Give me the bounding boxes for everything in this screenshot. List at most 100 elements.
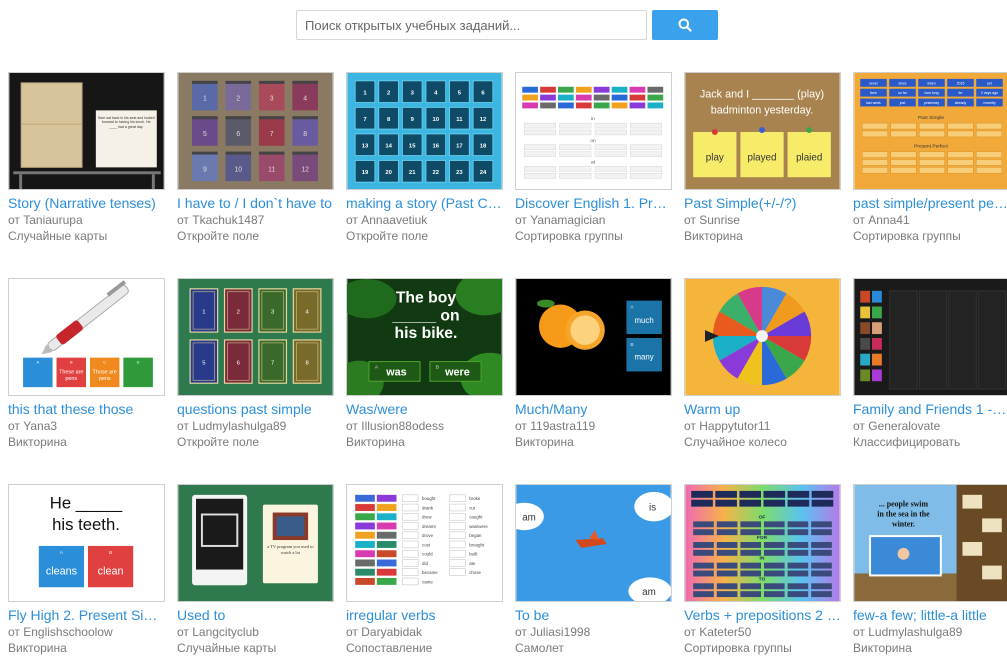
ps-word: never — [869, 81, 879, 85]
card-title[interactable]: Discover English 1. Prepositions — [515, 195, 672, 212]
was-title-line1: The boy — [396, 290, 457, 307]
activity-card[interactable]: Sam sat back in his seat and looked forw… — [8, 72, 165, 244]
card-title[interactable]: Verbs + prepositions 2 (Advanced) — [684, 607, 841, 624]
search-input[interactable] — [296, 10, 647, 40]
card-title[interactable]: Fly High 2. Present Simple — [8, 607, 165, 624]
verb-slot — [693, 521, 714, 528]
card-title[interactable]: Family and Friends 1 - Unit 5 — [853, 401, 1007, 418]
verb-chip — [763, 490, 786, 498]
card-title[interactable]: this that these those — [8, 401, 165, 418]
activity-card[interactable]: inonat Discover English 1. Prepositions … — [515, 72, 672, 244]
activity-card[interactable]: bought drank drew dreamt drove cost could did be… — [346, 484, 503, 656]
card-title[interactable]: irregular verbs — [346, 607, 503, 624]
card-thumbnail[interactable] — [684, 278, 841, 396]
card-thumbnail[interactable]: Sam sat back in his seat and looked forw… — [8, 72, 165, 190]
prep-word-chip — [522, 94, 538, 101]
notepad-spiral — [292, 116, 318, 120]
prep-word-chip — [647, 86, 664, 93]
card-thumbnail[interactable]: am is am — [515, 484, 672, 602]
card-thumbnail[interactable]: He _____ his teeth. A cleans B clean — [8, 484, 165, 602]
ps-group-label: Past Simple — [918, 115, 944, 121]
verb-slot — [763, 583, 785, 590]
irregular-slot — [449, 531, 466, 539]
card-title[interactable]: To be — [515, 607, 672, 624]
notepad-spiral — [258, 116, 285, 120]
ps-word: 2015 — [957, 81, 965, 85]
card-title[interactable]: Story (Narrative tenses) — [8, 195, 165, 212]
irregular-chip — [376, 494, 397, 502]
irregular-slot — [402, 522, 419, 530]
card-title[interactable]: Past Simple(+/-/?) — [684, 195, 841, 212]
card-author: от 119astra119 — [515, 419, 596, 433]
activity-card[interactable]: A much B many Much/Many от 119astra119 В… — [515, 278, 672, 450]
activity-card[interactable]: A B These are pens C Those are pens D this that… — [8, 278, 165, 450]
tobe-cloud: am — [522, 512, 536, 523]
card-thumbnail[interactable]: 1 2 3 4 5 6 7 8 9 10 11 12 13 14 15 16 17 18 19 20 21 22 23 24 — [346, 72, 503, 190]
card-title[interactable]: past simple/present perfect — [853, 195, 1007, 212]
notepad-number: 3 — [270, 96, 274, 103]
card-title[interactable]: few-a few; little-a little — [853, 607, 1007, 624]
irregular-chip — [355, 568, 375, 576]
card-thumbnail[interactable]: A much B many — [515, 278, 672, 396]
prep-word-chip — [611, 94, 628, 101]
activity-card[interactable]: Jack and I _______ (play) badminton yest… — [684, 72, 841, 244]
verb-chip — [811, 490, 834, 498]
grid-number: 24 — [480, 170, 487, 176]
card-title[interactable]: Was/were — [346, 401, 503, 418]
card-thumbnail[interactable] — [853, 278, 1007, 396]
activity-card[interactable]: ... people swim in the sea in the winter… — [853, 484, 1007, 656]
irregular-slot — [449, 568, 466, 576]
card-title[interactable]: Warm up — [684, 401, 841, 418]
card-thumbnail[interactable]: ... people swim in the sea in the winter… — [853, 484, 1007, 602]
irregular-word: dreamt — [422, 524, 436, 529]
card-thumbnail[interactable]: a TV program you used to watch a lot — [177, 484, 334, 602]
search-button[interactable] — [652, 10, 718, 40]
card-author: от Englishschoolow — [8, 625, 113, 639]
card-title[interactable]: making a story (Past Continuous) — [346, 195, 503, 212]
activity-card[interactable]: He _____ his teeth. A cleans B clean Fly… — [8, 484, 165, 656]
activity-card[interactable]: am is am To be от Juliasi1998 Самолет — [515, 484, 672, 656]
card-title[interactable]: I have to / I don`t have to — [177, 195, 334, 212]
card-title[interactable]: questions past simple — [177, 401, 334, 418]
ps-slot — [976, 130, 1002, 138]
activity-card[interactable]: Warm up от Happytutor11 Случайное колесо — [684, 278, 841, 450]
activity-card[interactable]: a TV program you used to watch a lot Use… — [177, 484, 334, 656]
verb-slot — [740, 549, 762, 556]
activity-card[interactable]: 12345678 questions past simple от Ludmyl… — [177, 278, 334, 450]
card-thumbnail[interactable]: The boy _____ on his bike. A was B were — [346, 278, 503, 396]
card-thumbnail[interactable]: A B These are pens C Those are pens D — [8, 278, 165, 396]
card-thumbnail[interactable]: OF FOR IN TO — [684, 484, 841, 602]
card-thumbnail[interactable]: Jack and I _______ (play) badminton yest… — [684, 72, 841, 190]
activity-card[interactable]: 1 2 3 4 5 6 7 8 9 10 11 12 13 14 15 16 17 18 19 20 21 22 23 24 … — [346, 72, 503, 244]
irregular-slot — [402, 568, 419, 576]
card-thumbnail[interactable]: 1 2 3 4 5 6 7 8 9 10 11 12 — [177, 72, 334, 190]
card-thumbnail[interactable]: 12345678 — [177, 278, 334, 396]
verb-slot — [811, 521, 832, 528]
irregular-word: drank — [422, 505, 434, 510]
activity-card[interactable]: OF FOR IN TO Verbs + prepositions 2 (Advanc… — [684, 484, 841, 656]
prep-word-chip — [575, 102, 592, 109]
activity-card[interactable]: The boy _____ on his bike. A was B were … — [346, 278, 503, 450]
verb-chip — [715, 499, 737, 507]
activity-card[interactable]: Family and Friends 1 - Unit 5 от General… — [853, 278, 1007, 450]
card-thumbnail[interactable]: never since when 2015 yet then so far how long f… — [853, 72, 1007, 190]
verb-slot — [763, 591, 785, 598]
card-title[interactable]: Much/Many — [515, 401, 672, 418]
irregular-word: brought — [469, 542, 485, 547]
card-thumbnail[interactable]: bought drank drew dreamt drove cost could did be… — [346, 484, 503, 602]
grid-number: 12 — [480, 117, 487, 123]
family-column — [889, 290, 918, 390]
fly-option-text: clean — [98, 565, 124, 577]
irregular-chip — [355, 513, 375, 521]
card-thumbnail[interactable]: in on at — [515, 72, 672, 190]
card-type: Сортировка группы — [515, 229, 623, 243]
ps-slot — [976, 159, 1002, 166]
activity-card[interactable]: never since when 2015 yet then so far how long f… — [853, 72, 1007, 244]
card-title[interactable]: Used to — [177, 607, 334, 624]
activity-card[interactable]: 1 2 3 4 5 6 7 8 9 10 11 12 I have to / I don`t have… — [177, 72, 334, 244]
grid-number: 11 — [456, 117, 463, 123]
irregular-slot — [402, 559, 419, 567]
was-option-text: were — [444, 366, 470, 378]
irregular-slot — [449, 540, 466, 549]
verb-slot — [716, 549, 738, 556]
